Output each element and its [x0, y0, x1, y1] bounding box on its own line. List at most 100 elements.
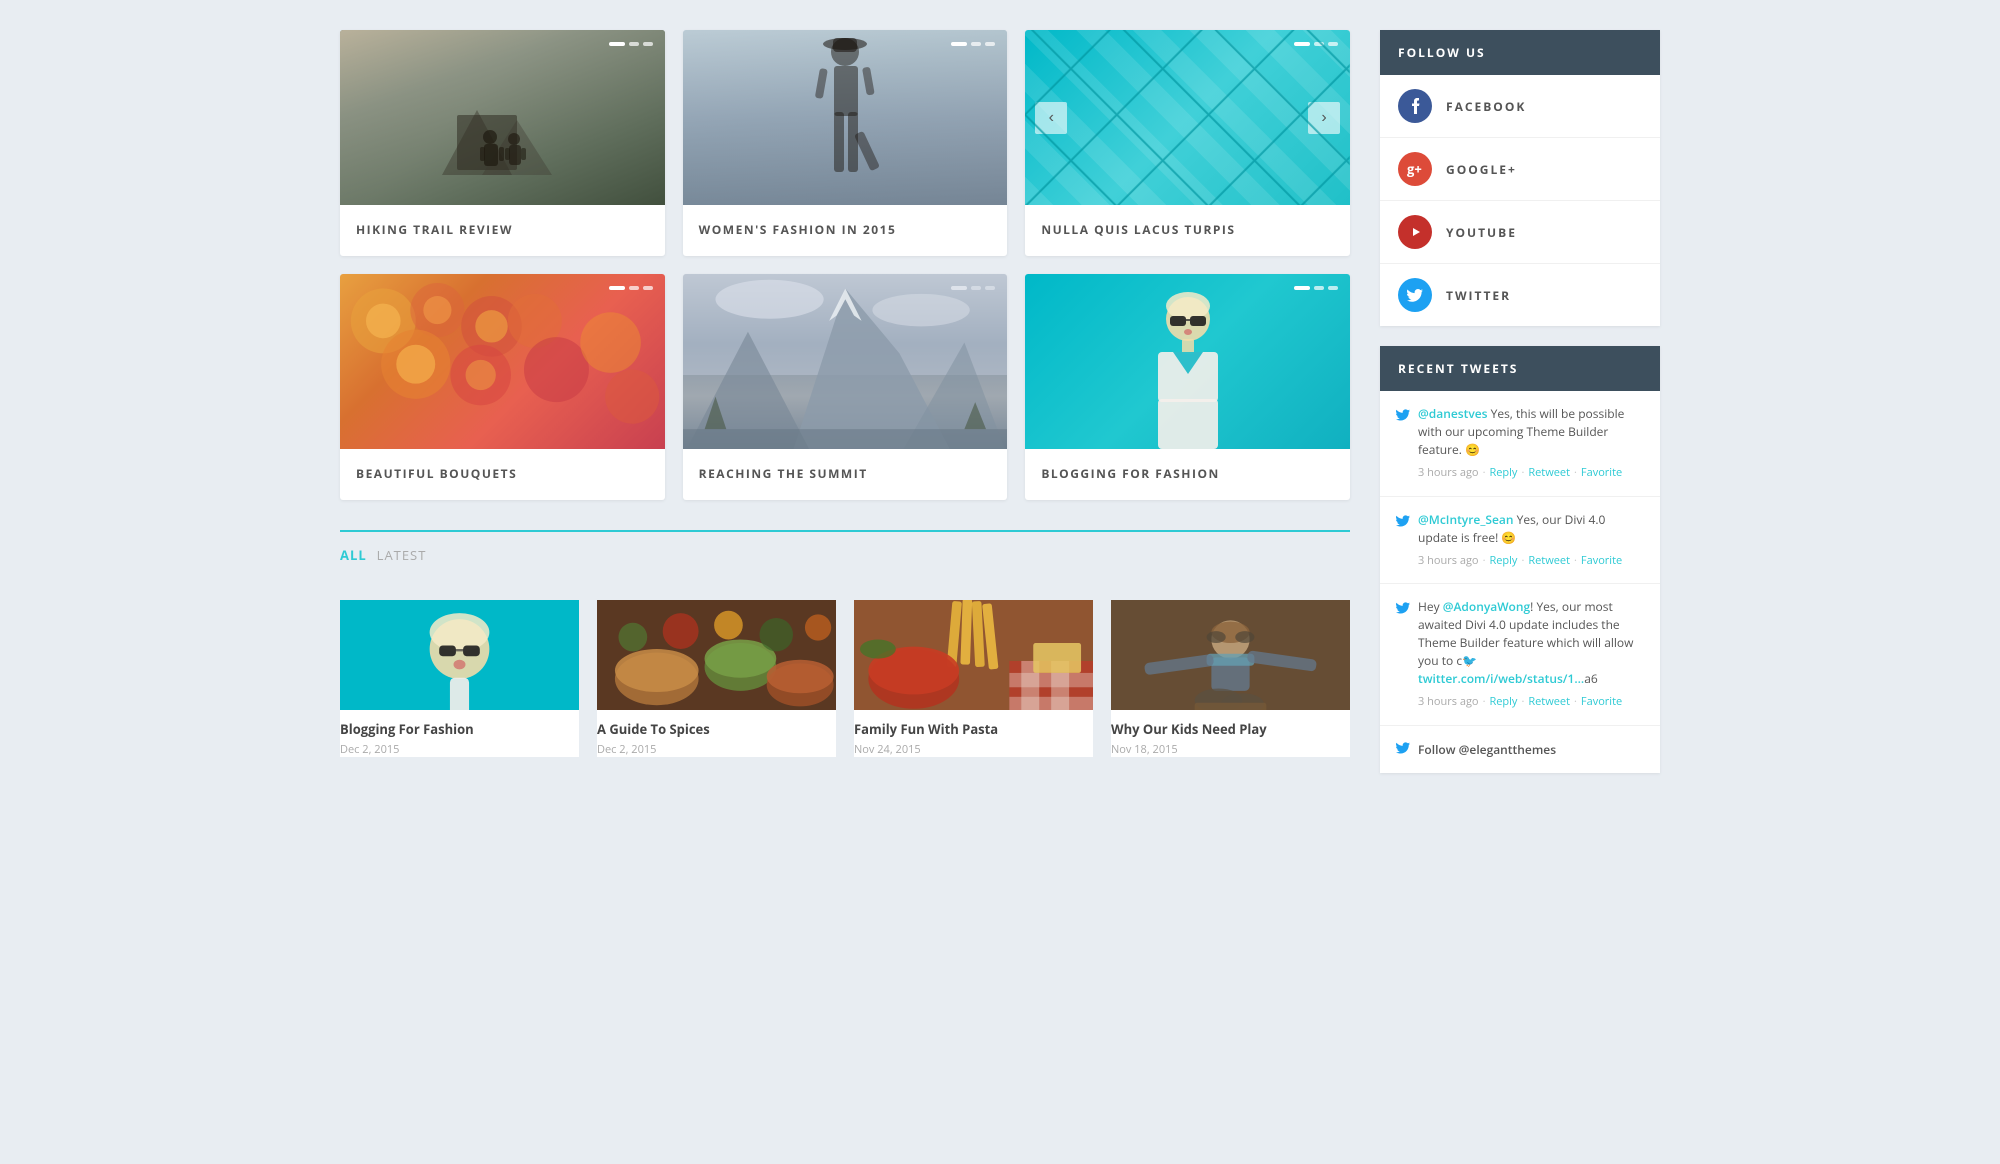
featured-card-fashion: WOMEN'S FASHION IN 2015	[683, 30, 1008, 256]
facebook-icon	[1398, 89, 1432, 123]
twitter-bird-icon-2	[1396, 512, 1410, 533]
post-card-pasta[interactable]: Family Fun With Pasta Nov 24, 2015	[854, 600, 1093, 757]
card-image-wrap	[683, 30, 1008, 205]
post-card-kids[interactable]: Why Our Kids Need Play Nov 18, 2015	[1111, 600, 1350, 757]
tweet-text-1: @danestves Yes, this will be possible wi…	[1418, 405, 1644, 459]
post-date: Dec 2, 2015	[340, 742, 579, 757]
latest-posts-grid: Blogging For Fashion Dec 2, 2015	[340, 600, 1350, 757]
post-image-kids	[1111, 600, 1350, 710]
post-image-pasta	[854, 600, 1093, 710]
youtube-icon	[1398, 215, 1432, 249]
reply-button-3[interactable]: Reply	[1489, 694, 1517, 711]
tweet-time-2: 3 hours ago	[1418, 553, 1479, 570]
tweet-actions-2: 3 hours ago · Reply · Retweet · Favorite	[1396, 553, 1644, 570]
svg-text:g+: g+	[1407, 161, 1422, 177]
featured-card-mountain: REACHING THE SUMMIT	[683, 274, 1008, 500]
slide-dot-3	[643, 42, 653, 46]
twitter-bird-icon-1	[1396, 406, 1410, 427]
youtube-label: YOUTUBE	[1446, 224, 1517, 241]
tweet-header-2: @McIntyre_Sean Yes, our Divi 4.0 update …	[1396, 511, 1644, 547]
post-date: Dec 2, 2015	[597, 742, 836, 757]
social-item-facebook[interactable]: FACEBOOK	[1380, 75, 1660, 138]
tweet-mention-2[interactable]: @McIntyre_Sean	[1418, 511, 1514, 528]
slide-dot-3	[985, 42, 995, 46]
card-image-blogger	[1025, 274, 1350, 449]
reply-button-1[interactable]: Reply	[1489, 465, 1517, 482]
tweet-mention-1[interactable]: @danestves	[1418, 405, 1488, 422]
social-item-google[interactable]: g+ GOOGLE+	[1380, 138, 1660, 201]
retweet-button-3[interactable]: Retweet	[1528, 694, 1570, 711]
card-title-teal: NULLA QUIS LACUS TURPIS	[1025, 205, 1350, 256]
post-bg-kids	[1111, 600, 1350, 710]
featured-card-blogger: BLOGGING FOR FASHION	[1025, 274, 1350, 500]
tweet-item-2: @McIntyre_Sean Yes, our Divi 4.0 update …	[1380, 497, 1660, 585]
follow-us-header: FOLLOW US	[1380, 30, 1660, 75]
filter-bar: ALL Latest	[340, 530, 1350, 580]
featured-grid: HIKING TRAIL REVIEW	[340, 30, 1350, 500]
post-date: Nov 24, 2015	[854, 742, 1093, 757]
follow-twitter-icon	[1396, 740, 1410, 759]
slide-indicators	[951, 42, 995, 46]
post-info: Blogging For Fashion Dec 2, 2015	[340, 710, 579, 757]
follow-us-widget: FOLLOW US FACEBOOK g+	[1380, 30, 1660, 326]
retweet-button-1[interactable]: Retweet	[1528, 465, 1570, 482]
post-title: A Guide To Spices	[597, 720, 836, 738]
tweet-mention-3[interactable]: @AdonyaWong	[1443, 598, 1530, 615]
card-image-fashion	[683, 30, 1008, 205]
tweet-actions-3: 3 hours ago · Reply · Retweet · Favorite	[1396, 694, 1644, 711]
card-image-wrap	[340, 274, 665, 449]
slide-dot-3	[1328, 286, 1338, 290]
recent-tweets-widget: RECENT TWEETS @danestves Yes, this will …	[1380, 346, 1660, 773]
favorite-button-2[interactable]: Favorite	[1581, 553, 1622, 570]
card-image-teal	[1025, 30, 1350, 205]
card-title-blogger: BLOGGING FOR FASHION	[1025, 449, 1350, 500]
favorite-button-1[interactable]: Favorite	[1581, 465, 1622, 482]
card-title-hiking: HIKING TRAIL REVIEW	[340, 205, 665, 256]
tweet-list: @danestves Yes, this will be possible wi…	[1380, 391, 1660, 773]
card-image-wrap	[1025, 274, 1350, 449]
slide-dot-1	[951, 42, 967, 46]
post-image-spices	[597, 600, 836, 710]
card-image-mountain	[683, 274, 1008, 449]
card-title-fashion: WOMEN'S FASHION IN 2015	[683, 205, 1008, 256]
tweet-time-3: 3 hours ago	[1418, 694, 1479, 711]
tweet-item-1: @danestves Yes, this will be possible wi…	[1380, 391, 1660, 497]
tweet-time-1: 3 hours ago	[1418, 465, 1479, 482]
social-item-twitter[interactable]: TWITTER	[1380, 264, 1660, 326]
post-bg-pasta	[854, 600, 1093, 710]
card-image-wrap	[340, 30, 665, 205]
post-card-blogger[interactable]: Blogging For Fashion Dec 2, 2015	[340, 600, 579, 757]
tweet-actions-1: 3 hours ago · Reply · Retweet · Favorite	[1396, 465, 1644, 482]
tweet-item-3: Hey @AdonyaWong! Yes, our most awaited D…	[1380, 584, 1660, 726]
post-title: Blogging For Fashion	[340, 720, 579, 738]
post-image-blogger	[340, 600, 579, 710]
card-image-hiking	[340, 30, 665, 205]
twitter-bird-icon-3	[1396, 599, 1410, 620]
slide-indicators	[609, 42, 653, 46]
retweet-button-2[interactable]: Retweet	[1528, 553, 1570, 570]
post-title: Family Fun With Pasta	[854, 720, 1093, 738]
filter-all[interactable]: ALL	[340, 546, 367, 564]
tweet-header-3: Hey @AdonyaWong! Yes, our most awaited D…	[1396, 598, 1644, 688]
post-title: Why Our Kids Need Play	[1111, 720, 1350, 738]
follow-label: Follow @elegantthemes	[1418, 741, 1556, 758]
tweet-text-2: @McIntyre_Sean Yes, our Divi 4.0 update …	[1418, 511, 1644, 547]
favorite-button-3[interactable]: Favorite	[1581, 694, 1622, 711]
follow-row[interactable]: Follow @elegantthemes	[1380, 726, 1660, 773]
social-item-youtube[interactable]: YOUTUBE	[1380, 201, 1660, 264]
featured-card-flowers: BEAUTIFUL BOUQUETS	[340, 274, 665, 500]
post-card-spices[interactable]: A Guide To Spices Dec 2, 2015	[597, 600, 836, 757]
twitter-icon	[1398, 278, 1432, 312]
featured-card-hiking: HIKING TRAIL REVIEW	[340, 30, 665, 256]
recent-tweets-header: RECENT TWEETS	[1380, 346, 1660, 391]
tweet-link-3[interactable]: 🐦twitter.com/i/web/status/1...	[1418, 652, 1584, 687]
slide-indicators	[1294, 286, 1338, 290]
slide-dot-1	[609, 42, 625, 46]
card-image-flowers	[340, 274, 665, 449]
google-icon: g+	[1398, 152, 1432, 186]
featured-card-teal: ‹ › NULLA QUIS LACUS TURPIS	[1025, 30, 1350, 256]
tweet-header-1: @danestves Yes, this will be possible wi…	[1396, 405, 1644, 459]
tweet-text-3: Hey @AdonyaWong! Yes, our most awaited D…	[1418, 598, 1644, 688]
post-info: Why Our Kids Need Play Nov 18, 2015	[1111, 710, 1350, 757]
reply-button-2[interactable]: Reply	[1489, 553, 1517, 570]
